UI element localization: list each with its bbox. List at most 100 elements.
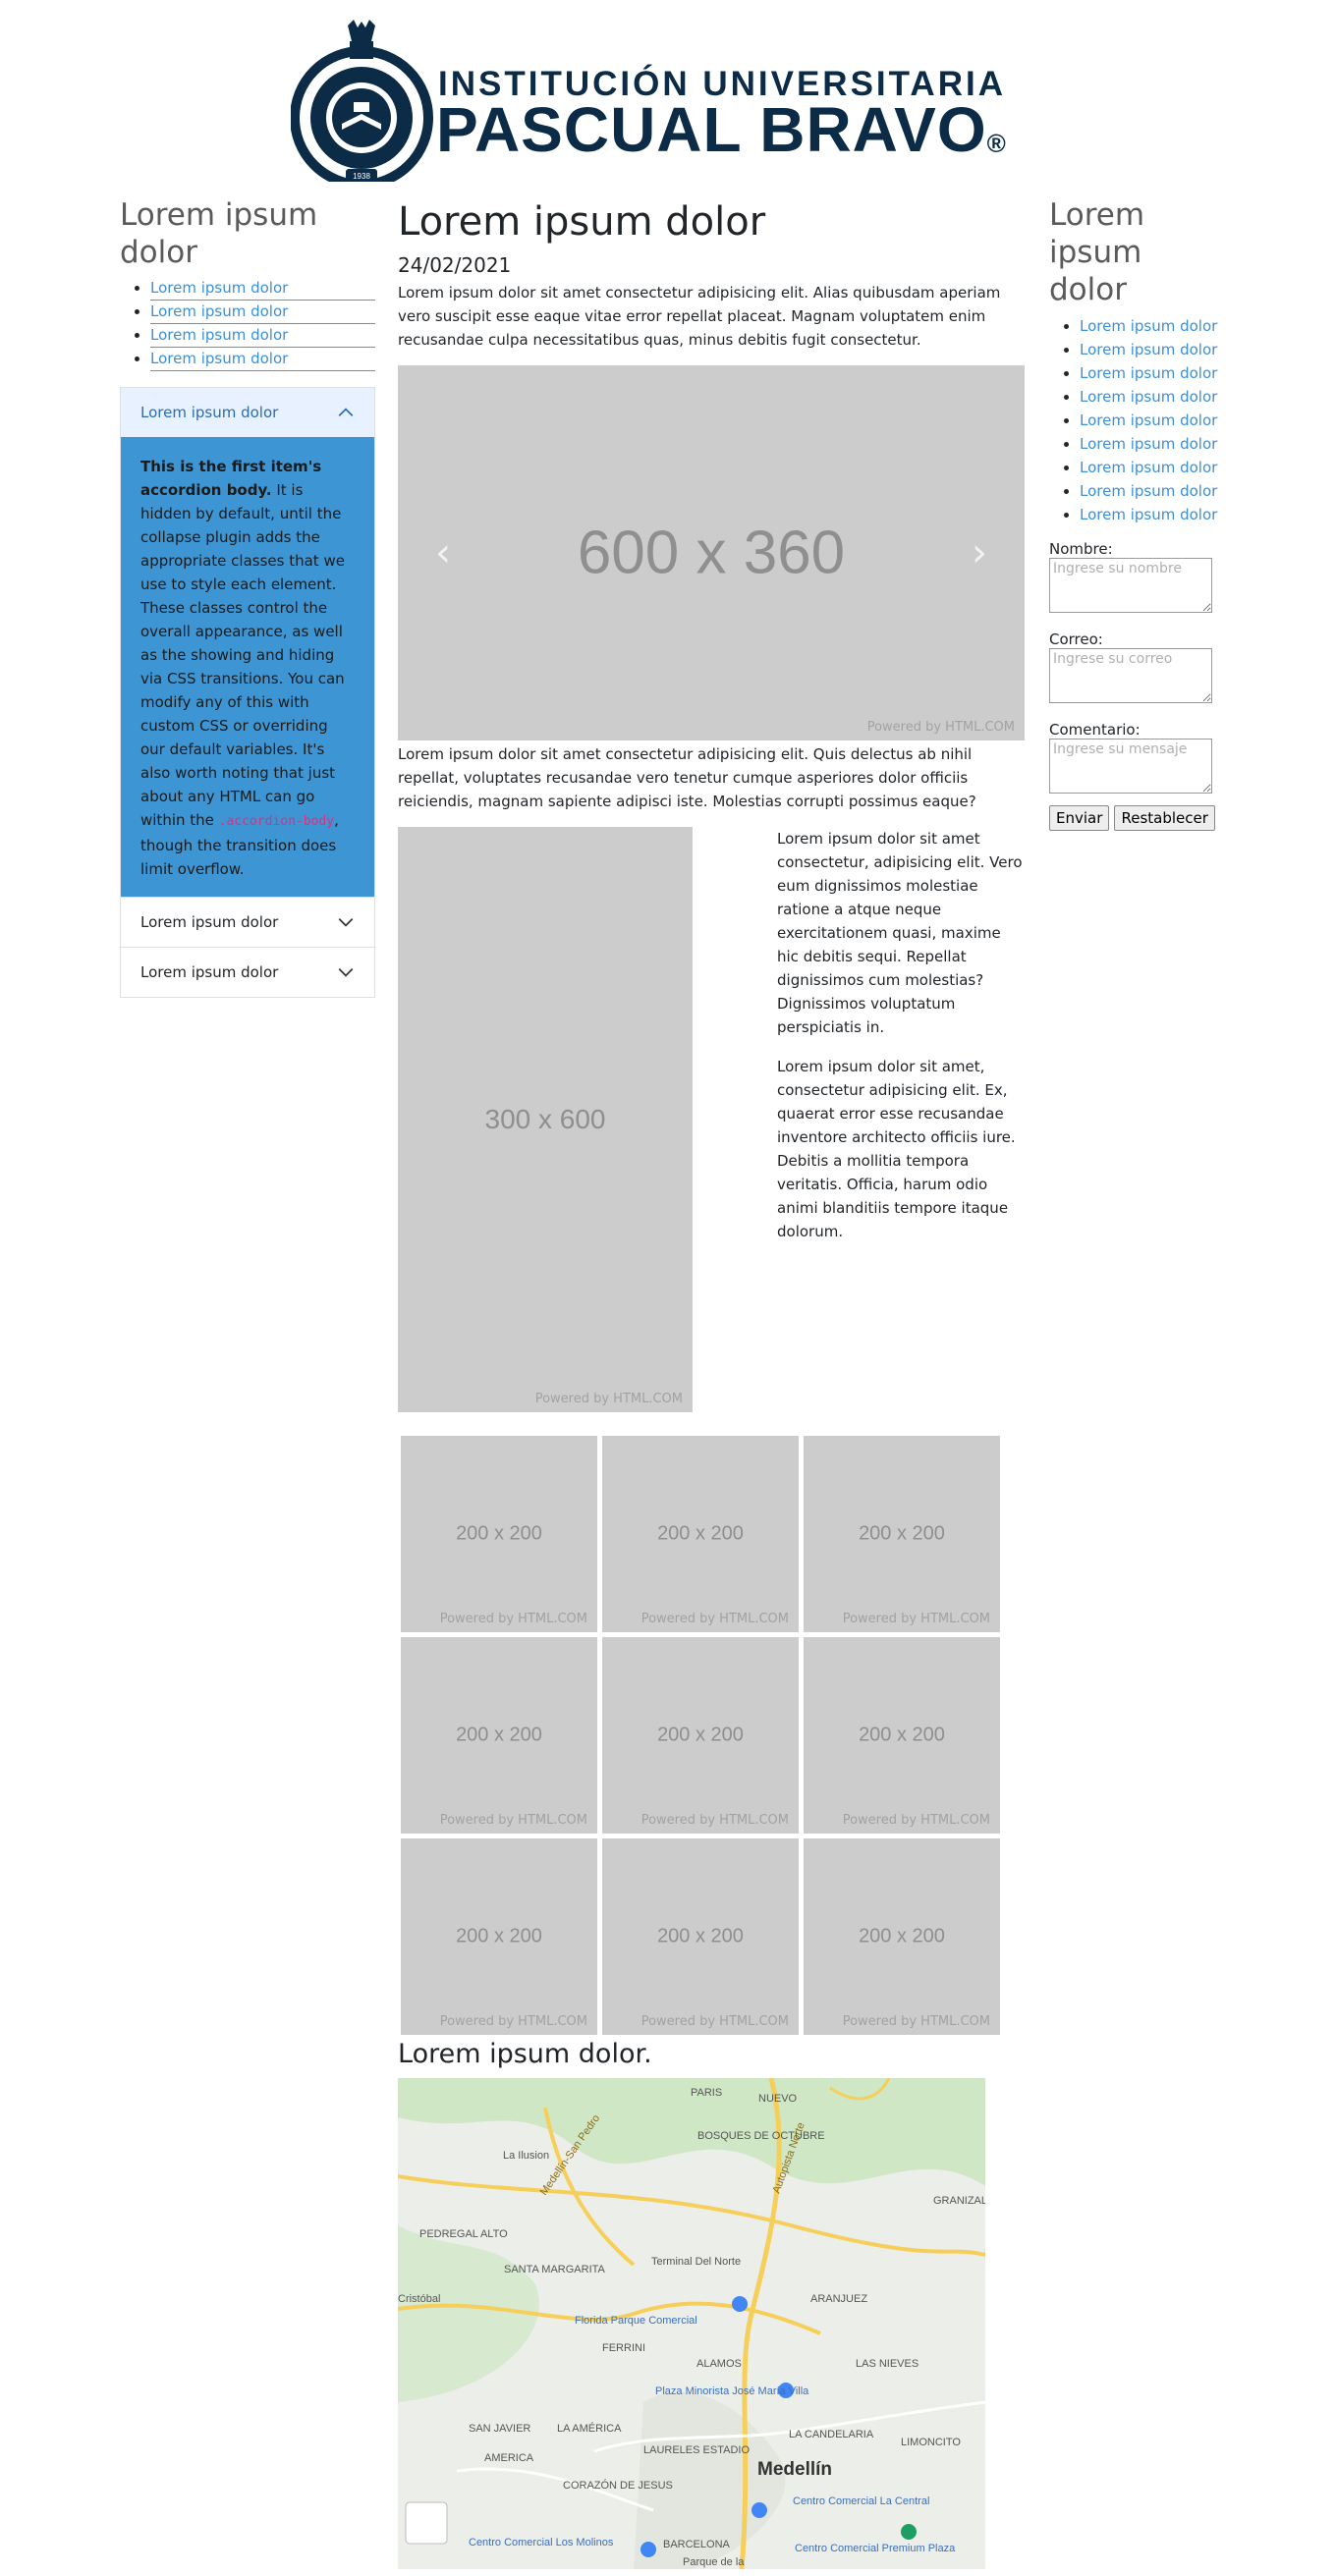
svg-text:SANTA MARGARITA: SANTA MARGARITA <box>504 2264 606 2275</box>
reset-button[interactable]: Restablecer <box>1114 805 1215 831</box>
carousel-prev-icon[interactable]: ‹ <box>435 530 451 575</box>
svg-text:ALAMOS: ALAMOS <box>696 2358 742 2370</box>
main-content: Lorem ipsum dolor 24/02/2021 Lorem ipsum… <box>398 196 1027 2569</box>
svg-text:NUEVO: NUEVO <box>758 2093 798 2105</box>
left-link[interactable]: Lorem ipsum dolor <box>150 279 288 297</box>
right-link[interactable]: Lorem ipsum dolor <box>1080 388 1217 406</box>
intro-paragraph: Lorem ipsum dolor sit amet consectetur a… <box>398 284 1001 349</box>
grid-image-placeholder: 200 x 200 Powered by HTML.COM <box>401 1436 597 1632</box>
svg-text:Terminal Del Norte: Terminal Del Norte <box>651 2256 741 2268</box>
email-label: Correo: <box>1049 630 1103 648</box>
grid-image-placeholder: 200 x 200 Powered by HTML.COM <box>602 1436 799 1632</box>
grid-image-label: 200 x 200 <box>456 1925 542 1947</box>
right-link[interactable]: Lorem ipsum dolor <box>1080 317 1217 335</box>
grid-image-placeholder: 200 x 200 Powered by HTML.COM <box>804 1838 1000 2035</box>
svg-text:Parque de la: Parque de la <box>683 2556 745 2568</box>
accordion-header-3[interactable]: Lorem ipsum dolor <box>121 947 374 997</box>
embedded-map[interactable]: PARIS NUEVO La Ilusion BOSQUES DE OCTUBR… <box>398 2078 985 2569</box>
contact-form: Nombre: Correo: Comentario: Enviar Resta… <box>1049 540 1221 831</box>
carousel-image-label: 600 x 360 <box>577 519 846 587</box>
accordion-body-text: It is hidden by default, until the colla… <box>140 481 345 829</box>
left-link[interactable]: Lorem ipsum dolor <box>150 326 288 344</box>
grid-image-placeholder: 200 x 200 Powered by HTML.COM <box>602 1637 799 1834</box>
svg-text:Plaza Minorista José María Vil: Plaza Minorista José María Villa <box>655 2385 809 2397</box>
list-item: Lorem ipsum dolor <box>150 324 375 348</box>
svg-text:PEDREGAL ALTO: PEDREGAL ALTO <box>419 2228 508 2240</box>
accordion-header-1[interactable]: Lorem ipsum dolor <box>121 388 374 437</box>
crest-icon: 1938 <box>291 20 433 182</box>
grid-image-label: 200 x 200 <box>657 1724 744 1746</box>
svg-text:PARIS: PARIS <box>691 2087 722 2099</box>
accordion: Lorem ipsum dolor This is the first item… <box>120 387 375 998</box>
side-text: Lorem ipsum dolor sit amet consectetur, … <box>777 827 1025 1259</box>
list-item: Lorem ipsum dolor <box>1080 338 1221 361</box>
email-field[interactable] <box>1049 648 1212 703</box>
carousel-next-icon[interactable]: › <box>972 530 987 575</box>
accordion-header-2[interactable]: Lorem ipsum dolor <box>121 897 374 947</box>
map-control[interactable] <box>405 2501 448 2545</box>
grid-image-label: 200 x 200 <box>859 1724 945 1746</box>
right-link[interactable]: Lorem ipsum dolor <box>1080 482 1217 500</box>
powered-by-label: Powered by HTML.COM <box>640 1813 789 1828</box>
left-link[interactable]: Lorem ipsum dolor <box>150 302 288 320</box>
grid-image-placeholder: 200 x 200 Powered by HTML.COM <box>602 1838 799 2035</box>
svg-text:Centro Comercial Los Molinos: Centro Comercial Los Molinos <box>469 2537 614 2549</box>
right-link[interactable]: Lorem ipsum dolor <box>1080 435 1217 453</box>
svg-text:ARANJUEZ: ARANJUEZ <box>810 2293 867 2305</box>
grid-image-label: 200 x 200 <box>657 1925 744 1947</box>
list-item: Lorem ipsum dolor <box>1080 432 1221 456</box>
comment-label: Comentario: <box>1049 721 1141 739</box>
left-title: Lorem ipsum dolor <box>120 197 318 270</box>
chevron-down-icon <box>338 918 354 927</box>
svg-text:LAS NIEVES: LAS NIEVES <box>856 2358 918 2370</box>
grid-image-label: 200 x 200 <box>456 1522 542 1545</box>
right-link[interactable]: Lorem ipsum dolor <box>1080 364 1217 382</box>
name-label: Nombre: <box>1049 540 1113 558</box>
powered-by-label: Powered by HTML.COM <box>866 720 1015 735</box>
left-sidebar: Lorem ipsum dolor Lorem ipsum dolor Lore… <box>120 196 375 998</box>
left-link-list: Lorem ipsum dolor Lorem ipsum dolor Lore… <box>120 277 375 371</box>
post-date: 24/02/2021 <box>398 253 512 277</box>
powered-by-label: Powered by HTML.COM <box>439 1813 587 1828</box>
grid-image-label: 200 x 200 <box>456 1724 542 1746</box>
right-sidebar: Lorem ipsum dolor Lorem ipsum dolorLorem… <box>1049 196 1221 831</box>
left-link[interactable]: Lorem ipsum dolor <box>150 350 288 367</box>
svg-text:CORAZÓN DE JESUS: CORAZÓN DE JESUS <box>563 2479 673 2492</box>
list-item: Lorem ipsum dolor <box>1080 385 1221 409</box>
svg-text:Cristóbal: Cristóbal <box>398 2293 440 2305</box>
list-item: Lorem ipsum dolor <box>150 301 375 324</box>
svg-text:GRANIZAL: GRANIZAL <box>933 2195 985 2207</box>
powered-by-label: Powered by HTML.COM <box>640 1612 789 1626</box>
powered-by-label: Powered by HTML.COM <box>534 1392 683 1406</box>
grid-image-placeholder: 200 x 200 Powered by HTML.COM <box>401 1637 597 1834</box>
svg-text:Florida Parque Comercial: Florida Parque Comercial <box>575 2315 697 2327</box>
list-item: Lorem ipsum dolor <box>1080 503 1221 526</box>
list-item: Lorem ipsum dolor <box>1080 456 1221 479</box>
map-title: Lorem ipsum dolor. <box>398 2039 652 2069</box>
right-link[interactable]: Lorem ipsum dolor <box>1080 506 1217 523</box>
submit-button[interactable]: Enviar <box>1049 805 1110 831</box>
comment-field[interactable] <box>1049 739 1212 794</box>
svg-text:Medellín: Medellín <box>757 2459 832 2480</box>
name-field[interactable] <box>1049 558 1212 613</box>
side-paragraph-1: Lorem ipsum dolor sit amet consectetur, … <box>777 830 1023 1036</box>
powered-by-label: Powered by HTML.COM <box>640 2014 789 2029</box>
grid-image-label: 200 x 200 <box>859 1522 945 1545</box>
svg-text:1938: 1938 <box>353 172 370 181</box>
page-title: Lorem ipsum dolor <box>398 199 766 245</box>
list-item: Lorem ipsum dolor <box>1080 409 1221 432</box>
right-link-list: Lorem ipsum dolor Lorem ipsum dolor Lorem … <box>1049 314 1221 526</box>
list-item: Lorem ipsum dolor <box>1080 479 1221 503</box>
powered-by-label: Powered by HTML.COM <box>439 1612 587 1626</box>
media-row: 300 x 600 Powered by HTML.COM Lorem ipsu… <box>398 827 1027 1416</box>
right-link[interactable]: Lorem ipsum dolor <box>1080 411 1217 429</box>
svg-text:AMERICA: AMERICA <box>484 2452 534 2464</box>
accordion-header-label: Lorem ipsum dolor <box>140 404 279 421</box>
right-link[interactable]: Lorem ipsum dolor <box>1080 459 1217 476</box>
image-carousel: 600 x 360 Powered by HTML.COM ‹ › <box>398 365 1025 740</box>
right-link[interactable]: Lorem ipsum dolor <box>1080 341 1217 358</box>
accordion-body-code: .accordion-body <box>218 814 335 829</box>
map-canvas[interactable]: PARIS NUEVO La Ilusion BOSQUES DE OCTUBR… <box>398 2078 985 2569</box>
accordion-body: This is the first item's accordion body.… <box>121 437 374 897</box>
grid-image-label: 200 x 200 <box>859 1925 945 1947</box>
